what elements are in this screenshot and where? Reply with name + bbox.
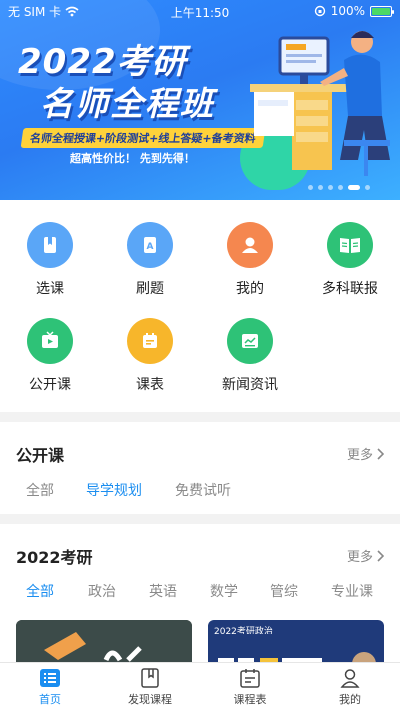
carousel-dot-active[interactable] [348,185,360,190]
menu-item-open-class[interactable]: 公开课 [0,318,100,394]
section-title: 2022考研 [16,548,93,567]
carousel-dot[interactable] [318,185,323,190]
battery-icon [370,5,394,17]
tab-math[interactable]: 数学 [210,581,238,601]
tab-course-schedule[interactable]: 课程表 [200,663,300,710]
course-cards-row: 2022考研政治 [0,620,400,664]
banner-title: 2022考研 [18,42,187,82]
carousel-dot[interactable] [338,185,343,190]
carousel-dot[interactable] [365,185,370,190]
bookmark-icon [139,667,161,689]
course-card-thumbnail [16,620,192,664]
menu-item-news[interactable]: 新闻资讯 [200,318,300,394]
tab-english[interactable]: 英语 [149,581,177,601]
tab-free-trial[interactable]: 免费试听 [175,480,231,500]
menu-label: 刷题 [136,281,164,297]
menu-item-practice[interactable]: A 刷题 [100,222,200,298]
course-card-thumbnail [208,634,384,664]
tv-play-icon [27,318,73,364]
open-book-icon [327,222,373,268]
menu-label: 课表 [136,377,164,393]
tab-all[interactable]: 全部 [26,480,54,500]
tab-label: 发现课程 [128,692,172,706]
banner-illustration [250,31,390,176]
carousel-indicator[interactable] [308,185,370,190]
menu-item-schedule[interactable]: 课表 [100,318,200,394]
menu-item-mine[interactable]: 我的 [200,222,300,298]
menu-label: 多科联报 [322,281,378,297]
bottom-tab-bar: 首页 发现课程 课程表 我的 [0,662,400,710]
calendar-icon [127,318,173,364]
menu-label: 我的 [236,281,264,297]
course-card[interactable] [16,620,192,664]
carousel-dot[interactable] [328,185,333,190]
status-bar: 无 SIM 卡 上午11:50 100% [0,0,400,22]
course-card[interactable]: 2022考研政治 [208,620,384,664]
banner-feature-strip: 名师全程授课+阶段测试+线上答疑+备考资料 [20,128,266,148]
section-title: 公开课 [16,446,65,465]
exercise-book-icon: A [127,222,173,268]
tab-label: 课程表 [233,692,267,706]
more-label: 更多 [346,550,373,565]
menu-label: 选课 [36,281,64,297]
public-course-more-link[interactable]: 更多 [347,444,384,463]
carousel-dot[interactable] [308,185,313,190]
tab-mine[interactable]: 我的 [300,663,400,710]
schedule-icon [239,667,261,689]
home-list-icon [39,667,61,689]
tab-politics[interactable]: 政治 [88,581,116,601]
chevron-right-icon [377,549,384,562]
tab-major[interactable]: 专业课 [331,581,373,601]
user-icon [227,222,273,268]
promo-banner[interactable]: 2022考研 名师全程班 名师全程授课+阶段测试+线上答疑+备考资料 超高性价比… [0,0,400,200]
menu-item-select-course[interactable]: 选课 [0,222,100,298]
banner-subtitle: 名师全程班 [40,84,215,123]
tab-all[interactable]: 全部 [26,581,54,601]
svg-text:A: A [147,242,154,252]
menu-item-multi-subject[interactable]: 多科联报 [300,222,400,298]
clock: 上午11:50 [170,6,230,20]
tab-label: 我的 [339,692,361,706]
more-label: 更多 [346,448,373,463]
tab-management[interactable]: 管综 [270,581,298,601]
tab-home[interactable]: 首页 [0,663,100,710]
profile-icon [339,667,361,689]
kaoyan-more-link[interactable]: 更多 [347,546,384,565]
tab-guidance[interactable]: 导学规划 [86,480,142,500]
menu-label: 公开课 [29,377,71,393]
public-course-section: 公开课 更多 全部 导学规划 免费试听 [0,422,400,514]
news-icon [227,318,273,364]
tab-label: 首页 [39,692,61,706]
menu-label: 新闻资讯 [222,377,278,393]
banner-slogan: 超高性价比！ 先到先得！ [70,152,195,165]
chevron-right-icon [377,447,384,460]
tab-discover-courses[interactable]: 发现课程 [100,663,200,710]
quick-menu: 选课 A 刷题 我的 多科联报 公开课 课表 新闻资讯 [0,200,400,412]
book-icon [27,222,73,268]
screen: 2022考研 名师全程班 名师全程授课+阶段测试+线上答疑+备考资料 超高性价比… [0,0,400,710]
